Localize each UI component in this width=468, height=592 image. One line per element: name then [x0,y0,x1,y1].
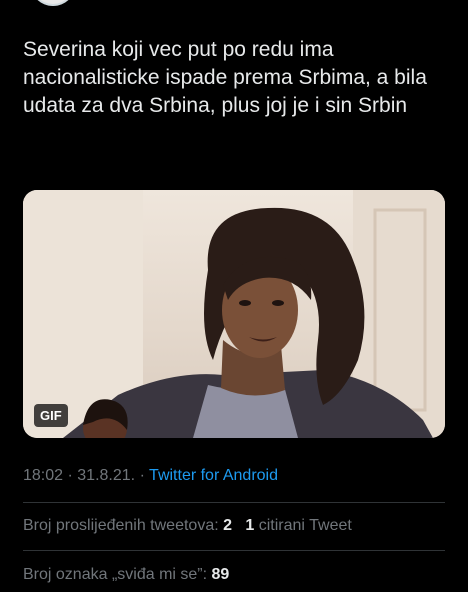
tweet-meta: 18:02 · 31.8.21. · Twitter for Android [23,466,278,486]
tweet-media-gif[interactable]: GIF [23,190,445,438]
gif-frame-image [23,190,445,438]
divider [23,550,445,551]
avatar[interactable] [30,0,76,6]
like-stats: Broj oznaka „sviđa mi se”: 89 [23,565,229,585]
divider [23,502,445,503]
retweet-stats: Broj proslijeđenih tweetova: 2 1 citiran… [23,516,352,536]
tweet-source-link[interactable]: Twitter for Android [149,467,278,484]
likes-count[interactable]: 89 [212,566,230,583]
quotes-count[interactable]: 1 [245,517,254,534]
gif-badge: GIF [34,404,68,427]
likes-label[interactable]: Broj oznaka „sviđa mi se”: [23,566,207,583]
tweet-time[interactable]: 18:02 [23,467,63,484]
tweet-date[interactable]: 31.8.21. [77,467,135,484]
retweets-count[interactable]: 2 [223,517,232,534]
meta-separator: · [67,467,73,484]
retweets-label[interactable]: Broj proslijeđenih tweetova: [23,517,219,534]
meta-separator-2: · [139,467,145,484]
tweet-text: Severina koji vec put po redu ima nacion… [23,38,427,117]
quotes-label[interactable]: citirani Tweet [259,517,352,534]
